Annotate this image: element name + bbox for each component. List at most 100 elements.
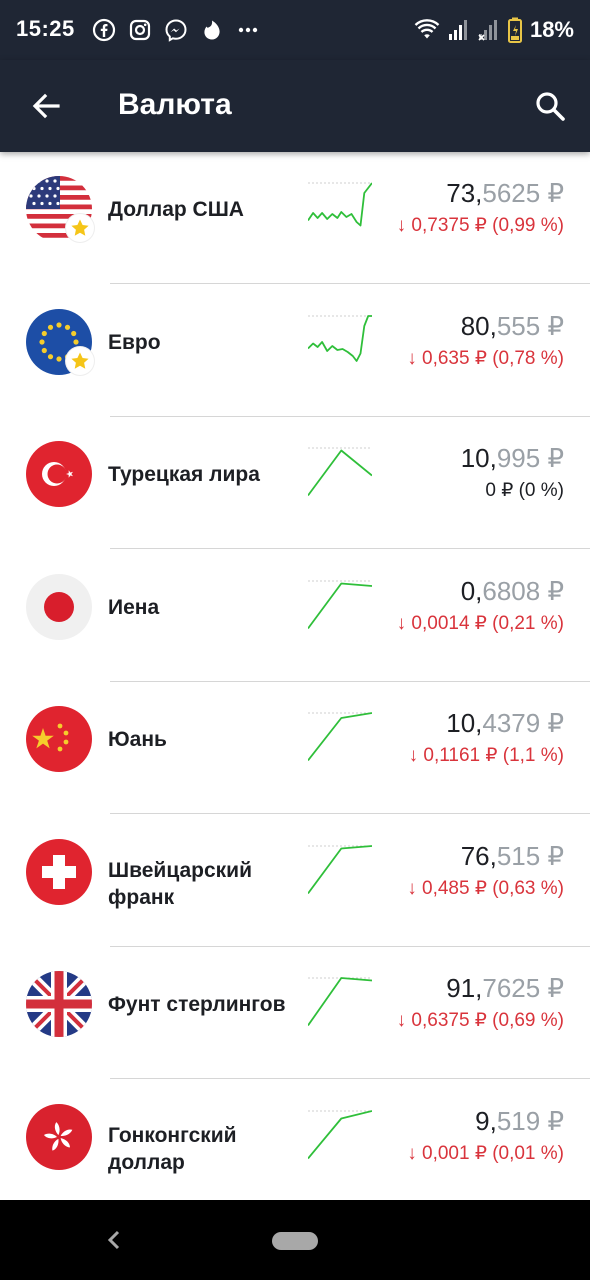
- sparkline-line: [307, 182, 373, 227]
- price-integer: 91,: [446, 973, 483, 1003]
- currency-row[interactable]: Евро 80,555 ₽ ↓ 0,635 ₽ (0,78 %): [0, 285, 590, 417]
- sparkline-line: [307, 844, 373, 894]
- ch-flag-icon: [26, 838, 92, 905]
- arrow-left-icon: [32, 93, 60, 119]
- nav-home-pill[interactable]: [272, 1232, 318, 1250]
- app-bar: Валюта: [0, 60, 590, 152]
- favorite-badge: [66, 346, 94, 375]
- currency-row[interactable]: Иена 0,6808 ₽ ↓ 0,0014 ₽ (0,21 %): [0, 550, 590, 682]
- currency-row[interactable]: Гонконгский доллар 9,519 ₽ ↓ 0,001 ₽ (0,01…: [0, 1080, 590, 1201]
- currency-name: Турецкая лира: [108, 463, 260, 486]
- currency-name: Доллар США: [108, 198, 244, 221]
- currency-price: 76,515 ₽: [461, 841, 564, 872]
- ruble-sign: ₽: [540, 708, 564, 738]
- currency-name: Иена: [108, 595, 160, 619]
- sparkline-line: [307, 449, 373, 497]
- system-nav-bar: [0, 1200, 590, 1280]
- ruble-sign: ₽: [540, 973, 564, 1003]
- price-integer: 0,: [460, 575, 483, 606]
- search-icon: [536, 92, 565, 121]
- wifi-icon: [414, 19, 440, 39]
- price-integer: 80,: [460, 310, 497, 341]
- sparkline-chart: [307, 578, 373, 634]
- status-time: 15:25: [16, 16, 75, 41]
- currency-price: 10,995 ₽: [461, 443, 564, 474]
- price-change: ↓ 0,001 ₽ (0,01 %): [407, 1142, 564, 1164]
- status-bar: 15:25 18%: [0, 0, 590, 60]
- price-fraction: 7625: [482, 973, 541, 1003]
- system-icons: 18%: [414, 16, 574, 44]
- ruble-sign: ₽: [540, 443, 564, 473]
- sparkline-line: [307, 977, 373, 1027]
- battery-icon: [507, 17, 522, 43]
- sparkline-line: [307, 712, 373, 762]
- currency-row[interactable]: Швейцарский франк 76,515 ₽ ↓ 0,485 ₽ (0,63…: [0, 815, 590, 947]
- favorite-badge: [66, 214, 94, 242]
- price-fraction: 4379: [482, 708, 541, 738]
- price-fraction: 515: [496, 840, 541, 871]
- ruble-sign: ₽: [540, 310, 564, 341]
- price-fraction: 519: [496, 1105, 541, 1136]
- currency-row[interactable]: Доллар США 73,5625 ₽ ↓ 0,7375 ₽ (0,99 %): [0, 152, 590, 284]
- favorite-star-icon: [71, 352, 89, 369]
- sparkline-chart: [307, 313, 372, 369]
- sparkline-chart: [307, 710, 373, 766]
- battery-percent: 18%: [529, 17, 574, 42]
- more-notifications-icon: [238, 27, 258, 33]
- sparkline-chart: [307, 1108, 373, 1164]
- price-fraction: 6808: [482, 575, 541, 606]
- currency-name: Фунт стерлингов: [108, 993, 286, 1016]
- sparkline-chart: [307, 975, 373, 1031]
- ruble-sign: ₽: [540, 840, 564, 871]
- notification-icons: [92, 16, 260, 44]
- price-fraction: 555: [496, 310, 541, 341]
- currency-row[interactable]: Турецкая лира 10,995 ₽0 ₽ (0 %): [0, 417, 590, 549]
- currency-row[interactable]: Фунт стерлингов 91,7625 ₽ ↓ 0,6375 ₽ (0,69…: [0, 947, 590, 1079]
- ruble-sign: ₽: [540, 1105, 564, 1136]
- cn-flag-icon: [26, 706, 92, 772]
- currency-price: 91,7625 ₽: [446, 973, 564, 1004]
- sparkline-line: [307, 314, 372, 362]
- currency-name: Юань: [108, 728, 167, 751]
- currency-price: 73,5625 ₽: [446, 178, 564, 209]
- currency-price: 0,6808 ₽: [461, 576, 564, 607]
- price-change: 0 ₽ (0 %): [485, 480, 564, 501]
- ruble-sign: ₽: [540, 178, 564, 208]
- price-fraction: 995: [496, 443, 541, 473]
- sparkline-chart: [307, 180, 373, 236]
- currency-name: Евро: [108, 330, 161, 354]
- price-change: ↓ 0,7375 ₽ (0,99 %): [396, 215, 564, 236]
- price-change: ↓ 0,1161 ₽ (1,1 %): [408, 745, 564, 766]
- currency-price: 80,555 ₽: [461, 311, 564, 342]
- price-integer: 10,: [446, 708, 483, 738]
- price-integer: 76,: [460, 840, 497, 871]
- currency-row[interactable]: Юань 10,4379 ₽ ↓ 0,1161 ₽ (1,1 %): [0, 682, 590, 814]
- price-change: ↓ 0,485 ₽ (0,63 %): [407, 877, 564, 899]
- signal-icon: [448, 20, 467, 40]
- price-change: ↓ 0,635 ₽ (0,78 %): [407, 347, 564, 369]
- favorite-star-icon: [71, 219, 89, 236]
- price-integer: 73,: [446, 178, 483, 208]
- price-integer: 9,: [475, 1105, 497, 1136]
- sparkline-line: [307, 582, 373, 629]
- currency-name: Гонконгский доллар: [108, 1123, 237, 1174]
- price-integer: 10,: [460, 443, 497, 473]
- instagram-icon: [129, 19, 151, 41]
- currency-name: Швейцарский франк: [108, 858, 253, 909]
- tinder-icon: [204, 20, 220, 40]
- tr-flag-icon: [26, 441, 92, 507]
- currency-price: 9,519 ₽: [475, 1106, 564, 1137]
- jp-flag-icon: [26, 573, 92, 640]
- nav-back-icon[interactable]: [104, 1228, 124, 1252]
- price-change: ↓ 0,0014 ₽ (0,21 %): [396, 612, 564, 634]
- currency-list[interactable]: Доллар США 73,5625 ₽ ↓ 0,7375 ₽ (0,99 %) Ев…: [0, 152, 590, 1200]
- search-button[interactable]: [530, 86, 570, 126]
- sparkline-chart: [307, 843, 373, 899]
- sparkline-chart: [307, 445, 373, 501]
- gb-flag-icon: [26, 971, 92, 1037]
- back-button[interactable]: [26, 86, 66, 126]
- ruble-sign: ₽: [540, 575, 564, 606]
- currency-price: 10,4379 ₽: [446, 708, 564, 739]
- price-change: ↓ 0,6375 ₽ (0,69 %): [396, 1010, 564, 1031]
- page-title: Валюта: [118, 88, 232, 121]
